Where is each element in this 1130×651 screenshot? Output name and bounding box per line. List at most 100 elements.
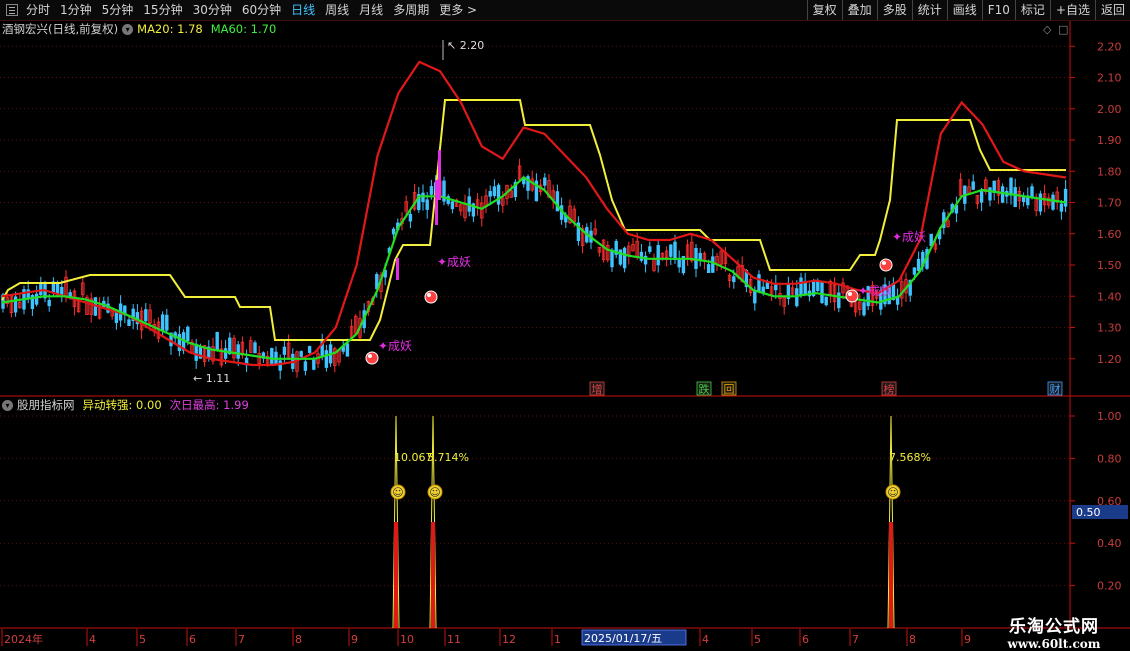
signal-bar <box>394 522 398 628</box>
candle-body <box>60 286 64 295</box>
candle-body <box>39 282 43 295</box>
signal-ball-shine <box>882 261 886 265</box>
time-label: 5 <box>139 633 146 646</box>
candle-body <box>496 184 501 205</box>
candle-body <box>1038 193 1043 212</box>
cursor-date-label: 2025/01/17/五 <box>584 632 662 645</box>
highlight-bar <box>396 258 399 280</box>
candle-body <box>1059 203 1064 212</box>
y-tick-label: 1.40 <box>1097 290 1122 303</box>
signal-label: ✦成妖 <box>858 284 892 298</box>
candle-body <box>711 256 715 273</box>
signal-ball-shine <box>368 354 372 358</box>
candle-body <box>862 302 866 316</box>
watermark-logo: 乐淘公式网 www.60lt.com <box>990 612 1118 651</box>
time-label: 6 <box>189 633 196 646</box>
signal-ball <box>424 290 438 304</box>
smiley-face: ☺ <box>392 486 403 499</box>
candle-body <box>160 314 165 332</box>
candle-body <box>236 344 240 359</box>
candle-body <box>282 346 287 355</box>
square-icon: □ <box>1058 23 1068 36</box>
candle-body <box>1063 188 1068 207</box>
candle-body <box>648 246 652 252</box>
candle-body <box>656 245 660 266</box>
candle-body <box>34 293 39 305</box>
candle-body <box>622 247 627 269</box>
time-label: 7 <box>238 633 245 646</box>
time-label: 1 <box>554 633 561 646</box>
candle-body <box>324 350 329 368</box>
signal-label: ✦成妖 <box>378 339 412 353</box>
time-label: 8 <box>909 633 916 646</box>
candle-body <box>425 199 429 210</box>
time-label: 11 <box>447 633 461 646</box>
candle-body <box>165 314 169 331</box>
candle-body <box>1051 194 1055 210</box>
highlight-bar <box>435 180 438 225</box>
time-label: 12 <box>502 633 516 646</box>
candle-body <box>127 319 131 326</box>
y-tick-label: 1.20 <box>1097 353 1122 366</box>
time-label: 8 <box>295 633 302 646</box>
candle-body <box>13 296 18 313</box>
time-label: 4 <box>702 633 709 646</box>
signal-ball-shine <box>848 292 852 296</box>
candle-body <box>492 186 497 197</box>
y-tick-label: 1.50 <box>1097 259 1122 272</box>
candle-body <box>223 348 228 359</box>
time-label: 9 <box>964 633 971 646</box>
candle-body <box>677 258 681 268</box>
signal-ball-shine <box>427 293 431 297</box>
y-tick-label: 2.00 <box>1097 103 1122 116</box>
y-tick-label: 1.60 <box>1097 228 1122 241</box>
smiley-face: ☺ <box>887 486 898 499</box>
low-label: ← 1.11 <box>193 372 230 385</box>
event-tag: 财 <box>1050 382 1061 396</box>
candle-body <box>303 361 308 371</box>
candle-body <box>177 334 182 352</box>
candle-body <box>253 342 257 354</box>
y-tick-label: 2.20 <box>1097 40 1122 53</box>
y-tick-label: 1.70 <box>1097 197 1122 210</box>
candle-body <box>816 281 820 291</box>
candle-body <box>408 213 413 222</box>
time-label: 2024年 <box>4 632 43 646</box>
event-tag: 增 <box>592 382 603 396</box>
candle-body <box>698 252 702 260</box>
candle-body <box>429 186 434 195</box>
chart-canvas[interactable]: 2.20 2.10 2.00 1.90 1.80 1.70 1.60 1.50 1.40 1.30… <box>0 0 1130 650</box>
indicator-tick-label: 0.80 <box>1097 452 1122 465</box>
y-tick-label: 1.90 <box>1097 134 1122 147</box>
candle-body <box>1030 186 1034 199</box>
event-tag: 回 <box>724 383 735 396</box>
indicator-tick-label: 1.00 <box>1097 410 1122 423</box>
signal-bar <box>889 522 893 628</box>
candle-body <box>1000 186 1005 203</box>
candle-body <box>299 351 303 357</box>
candle-body <box>799 277 803 295</box>
signal-bar <box>431 522 435 628</box>
candle-body <box>610 249 614 268</box>
candle-body <box>912 267 917 275</box>
time-label: 6 <box>802 633 809 646</box>
signal-ball <box>879 258 893 272</box>
pct-label: 7.568% <box>889 451 931 464</box>
time-label: 5 <box>754 633 761 646</box>
candle-body <box>732 276 736 283</box>
candle-body <box>988 187 992 201</box>
candle-body <box>669 244 673 257</box>
watermark-url: www.60lt.com <box>1007 637 1101 651</box>
candle-body <box>488 191 492 197</box>
diamond-icon: ◇ <box>1043 23 1052 36</box>
candle-body <box>837 292 841 309</box>
y-tick-label: 1.30 <box>1097 322 1122 335</box>
indicator-tick-label: 0.40 <box>1097 537 1122 550</box>
candle-body <box>345 343 350 357</box>
candle-body <box>673 241 677 261</box>
candle-body <box>971 181 975 190</box>
current-value-label: 0.50 <box>1076 506 1101 519</box>
y-tick-label: 2.10 <box>1097 72 1122 85</box>
signal-ball <box>845 289 859 303</box>
time-label: 9 <box>351 633 358 646</box>
